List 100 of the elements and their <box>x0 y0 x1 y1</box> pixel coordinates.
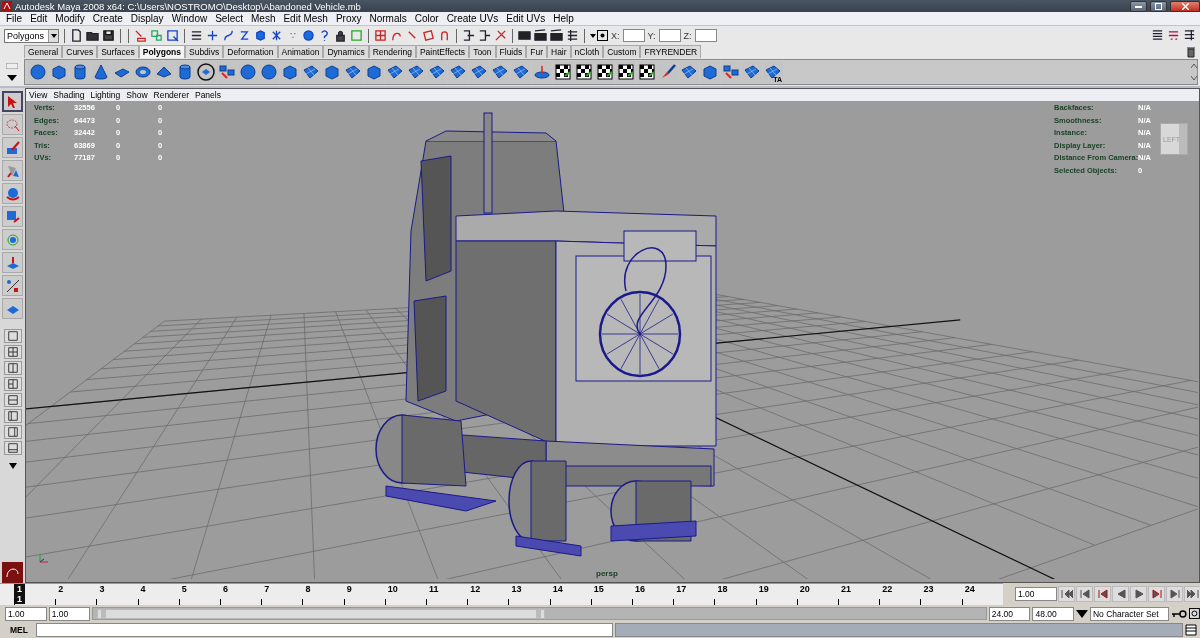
frame-number[interactable]: 24 <box>961 584 978 594</box>
new-file-icon[interactable] <box>70 29 83 42</box>
shelf-tab[interactable]: Fur <box>526 45 547 58</box>
scale-icon[interactable] <box>5 209 20 224</box>
cube-icon[interactable] <box>254 29 267 42</box>
cylinder-icon[interactable] <box>177 64 193 80</box>
panel-menu-item[interactable]: Panels <box>191 90 224 100</box>
start-time-field[interactable]: 1.00 <box>5 606 47 621</box>
frame-number[interactable]: 17 <box>673 584 690 594</box>
menu-item[interactable]: Create UVs <box>442 13 503 24</box>
shelf-tab[interactable]: Hair <box>547 45 571 58</box>
frame-number[interactable]: 12 <box>467 584 484 594</box>
layout-icon[interactable] <box>6 378 19 390</box>
restore-button[interactable] <box>1150 0 1167 12</box>
snap-grid-icon[interactable] <box>374 29 387 42</box>
current-frame-field[interactable]: 1.00 <box>1015 587 1057 601</box>
menu-set-dropdown[interactable]: Polygons <box>4 28 59 43</box>
command-language-label[interactable]: MEL <box>4 625 34 635</box>
frame-number[interactable]: 22 <box>879 584 896 594</box>
script-editor-icon[interactable] <box>1185 624 1197 636</box>
shelf-tab[interactable]: Animation <box>277 45 324 58</box>
plus-icon[interactable] <box>206 29 219 42</box>
cone-icon[interactable] <box>93 64 109 80</box>
menu-item[interactable]: File <box>2 13 27 24</box>
menu-icon[interactable] <box>190 29 203 42</box>
cube-icon[interactable] <box>324 64 340 80</box>
checker-icon[interactable] <box>639 64 655 80</box>
mesh-patch-icon[interactable] <box>681 64 697 80</box>
cube-icon[interactable] <box>366 64 382 80</box>
construction-icon[interactable] <box>494 29 507 42</box>
end-time-field[interactable]: 48.00 <box>1032 606 1075 621</box>
save-icon[interactable] <box>102 29 115 42</box>
layout-icon[interactable] <box>6 346 19 358</box>
command-input-field[interactable] <box>36 623 613 637</box>
sphere-icon[interactable] <box>240 64 256 80</box>
menu-item[interactable]: Color <box>410 13 443 24</box>
select-arrow-icon[interactable] <box>6 94 19 109</box>
select-component-icon[interactable] <box>166 29 179 42</box>
frame-number[interactable]: 18 <box>714 584 731 594</box>
split-mesh-icon[interactable] <box>723 64 739 80</box>
lasso-icon[interactable] <box>5 117 20 132</box>
menu-item[interactable]: Mesh <box>247 13 280 24</box>
menu-item[interactable]: Display <box>126 13 168 24</box>
folder-icon[interactable] <box>86 29 99 42</box>
mesh-patch-icon[interactable] <box>450 64 466 80</box>
checker-icon[interactable] <box>618 64 634 80</box>
panel-menu-item[interactable]: Renderer <box>150 90 192 100</box>
frame-number[interactable]: 13 <box>508 584 525 594</box>
shelf-tab[interactable]: FRYRENDER <box>640 45 702 58</box>
caret-icon[interactable] <box>50 33 57 38</box>
checker-icon[interactable] <box>555 64 571 80</box>
restore-icon[interactable] <box>1155 2 1162 10</box>
shelf-tab[interactable]: nCloth <box>570 45 604 58</box>
trash-icon[interactable] <box>1186 46 1196 58</box>
menu-item[interactable]: Proxy <box>331 13 366 24</box>
menu-item[interactable]: Normals <box>365 13 411 24</box>
checker-icon[interactable] <box>576 64 592 80</box>
disc-icon[interactable] <box>534 64 550 80</box>
frame-number[interactable]: 10 <box>384 584 401 594</box>
sphere-icon[interactable] <box>261 64 277 80</box>
frame-number[interactable]: 3 <box>96 584 108 594</box>
frame-number[interactable]: 9 <box>343 584 355 594</box>
split-mesh-icon[interactable] <box>219 64 235 80</box>
menu-item[interactable]: Select <box>211 13 247 24</box>
channel-box-icon[interactable] <box>1183 29 1196 42</box>
cylinder-icon[interactable] <box>72 64 88 80</box>
frame-number[interactable]: 1 <box>14 584 25 594</box>
layout-icon[interactable] <box>6 410 19 422</box>
shelf-tab[interactable]: Dynamics <box>323 45 369 58</box>
mesh-patch-icon[interactable] <box>765 64 781 80</box>
layout-menu-icon[interactable] <box>8 463 17 469</box>
menu-item[interactable]: Window <box>167 13 212 24</box>
shelf-tab[interactable]: Deformation <box>223 45 278 58</box>
attribute-editor-icon[interactable] <box>1151 29 1164 42</box>
mesh-patch-icon[interactable] <box>387 64 403 80</box>
panel-menu-item[interactable]: Show <box>123 90 151 100</box>
paint-icon[interactable] <box>5 140 20 155</box>
frame-number[interactable]: 14 <box>549 584 566 594</box>
pyramid-icon[interactable] <box>156 64 172 80</box>
scroll-arrows-icon[interactable] <box>1191 62 1197 82</box>
mesh-patch-icon[interactable] <box>513 64 529 80</box>
frame-number[interactable]: 21 <box>838 584 855 594</box>
character-set-field[interactable]: No Character Set <box>1089 606 1170 621</box>
menu-item[interactable]: Edit Mesh <box>279 13 332 24</box>
cube-icon[interactable] <box>702 64 718 80</box>
shelf-menu-icon[interactable] <box>7 75 17 81</box>
cube-icon[interactable] <box>51 64 67 80</box>
curve-icon[interactable] <box>222 29 235 42</box>
curve-icon[interactable] <box>238 29 251 42</box>
layout-icon[interactable] <box>6 330 19 342</box>
render-settings-icon[interactable] <box>566 29 579 42</box>
shelf-tab[interactable]: Rendering <box>368 45 416 58</box>
frame-number[interactable]: 23 <box>920 584 937 594</box>
menu-item[interactable]: Create <box>88 13 127 24</box>
close-button[interactable] <box>1170 0 1200 12</box>
playback-end-field[interactable]: 24.00 <box>988 606 1031 621</box>
soft-modify-icon[interactable] <box>5 255 20 270</box>
range-slider[interactable] <box>92 607 987 620</box>
mesh-icon[interactable] <box>197 63 215 81</box>
panel-menu-item[interactable]: Lighting <box>87 90 124 100</box>
